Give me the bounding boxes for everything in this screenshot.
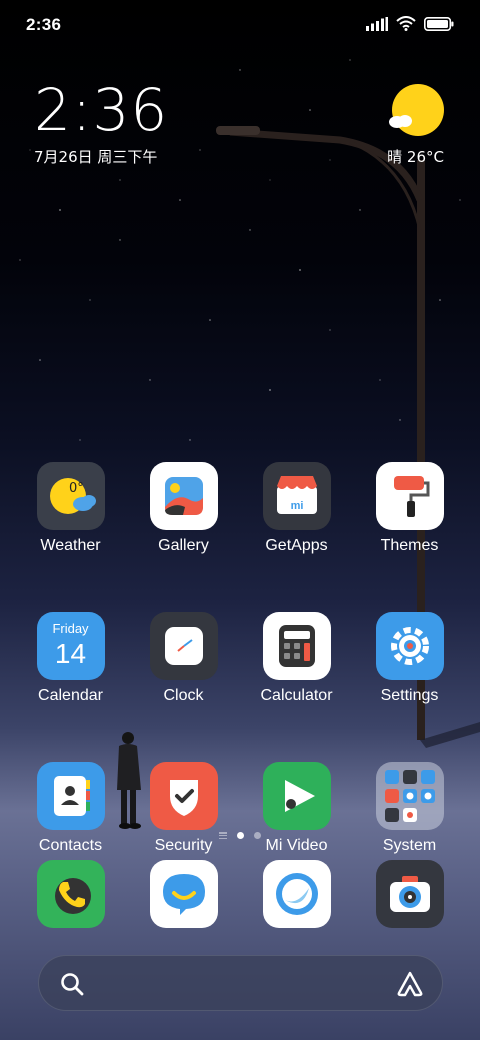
dock-browser[interactable] — [240, 860, 353, 928]
app-label: Security — [154, 837, 213, 854]
app-label: Settings — [380, 687, 439, 704]
page-dot-1[interactable] — [237, 832, 244, 839]
page-dot-2[interactable] — [254, 832, 261, 839]
status-bar: 2:36 — [0, 0, 480, 52]
widget-date: 7月26日 周三下午 — [34, 148, 158, 166]
status-icons — [366, 16, 454, 31]
sun-icon — [392, 84, 444, 136]
system-folder-icon — [375, 762, 444, 830]
status-time: 2:36 — [26, 15, 62, 34]
app-label: Calculator — [260, 687, 333, 704]
themes-icon — [375, 462, 444, 530]
app-label: Gallery — [158, 537, 209, 554]
mi-video-icon — [262, 762, 331, 830]
app-themes[interactable]: Themes — [353, 462, 466, 555]
app-clock[interactable]: Clock — [127, 612, 240, 705]
messaging-icon — [149, 860, 218, 928]
clock-widget[interactable]: 2:36 7月26日 周三下午 — [34, 80, 168, 167]
app-label: Contacts — [38, 837, 103, 854]
signal-icon — [366, 16, 388, 31]
app-weather[interactable]: 0° Weather — [14, 462, 127, 555]
app-label: Mi Video — [265, 837, 328, 854]
getapps-icon: mi — [262, 462, 331, 530]
security-icon — [149, 762, 218, 830]
app-label: Calendar — [38, 687, 103, 704]
app-label: Clock — [163, 687, 204, 704]
app-security[interactable]: Security — [127, 762, 240, 855]
dock-phone[interactable] — [14, 860, 127, 928]
calendar-day-number: 14 — [54, 638, 87, 669]
battery-icon — [424, 16, 454, 31]
search-icon[interactable] — [59, 971, 85, 997]
app-calculator[interactable]: Calculator — [240, 612, 353, 705]
dock-messaging[interactable] — [127, 860, 240, 928]
app-contacts[interactable]: Contacts — [14, 762, 127, 855]
app-label: Weather — [40, 537, 101, 554]
app-gallery[interactable]: Gallery — [127, 462, 240, 555]
app-label: GetApps — [265, 537, 328, 554]
cloud-icon — [389, 115, 412, 128]
search-bar[interactable] — [38, 955, 443, 1011]
app-calendar[interactable]: Friday 14 Calendar — [14, 612, 127, 705]
settings-icon — [375, 612, 444, 680]
weather-icon: 0° — [36, 462, 105, 530]
calendar-day-name: Friday — [52, 621, 89, 636]
gallery-icon — [149, 462, 218, 530]
calendar-icon: Friday 14 — [36, 612, 105, 680]
dock-camera[interactable] — [353, 860, 466, 928]
calculator-icon — [262, 612, 331, 680]
browser-icon — [262, 860, 331, 928]
app-settings[interactable]: Settings — [353, 612, 466, 705]
app-getapps[interactable]: mi GetApps — [240, 462, 353, 555]
wifi-icon — [396, 16, 416, 31]
app-label: System — [382, 837, 437, 854]
phone-icon — [36, 860, 105, 928]
feed-indicator-icon[interactable] — [219, 832, 227, 839]
widget-time: 2:36 — [34, 76, 169, 144]
getapps-icon-mark: mi — [290, 500, 303, 512]
camera-icon — [375, 860, 444, 928]
contacts-icon — [36, 762, 105, 830]
app-system-folder[interactable]: System — [353, 762, 466, 855]
app-label: Themes — [380, 537, 439, 554]
assistant-icon[interactable] — [396, 970, 424, 998]
weather-text: 晴 26°C — [387, 148, 444, 166]
clock-icon — [149, 612, 218, 680]
page-indicator — [0, 832, 480, 839]
app-grid: 0° Weather Gallery mi GetApps Themes Fri… — [14, 462, 466, 855]
weather-widget[interactable]: 晴 26°C — [384, 84, 444, 168]
app-mi-video[interactable]: Mi Video — [240, 762, 353, 855]
dock — [14, 860, 466, 928]
weather-icon-temp: 0° — [69, 481, 84, 496]
